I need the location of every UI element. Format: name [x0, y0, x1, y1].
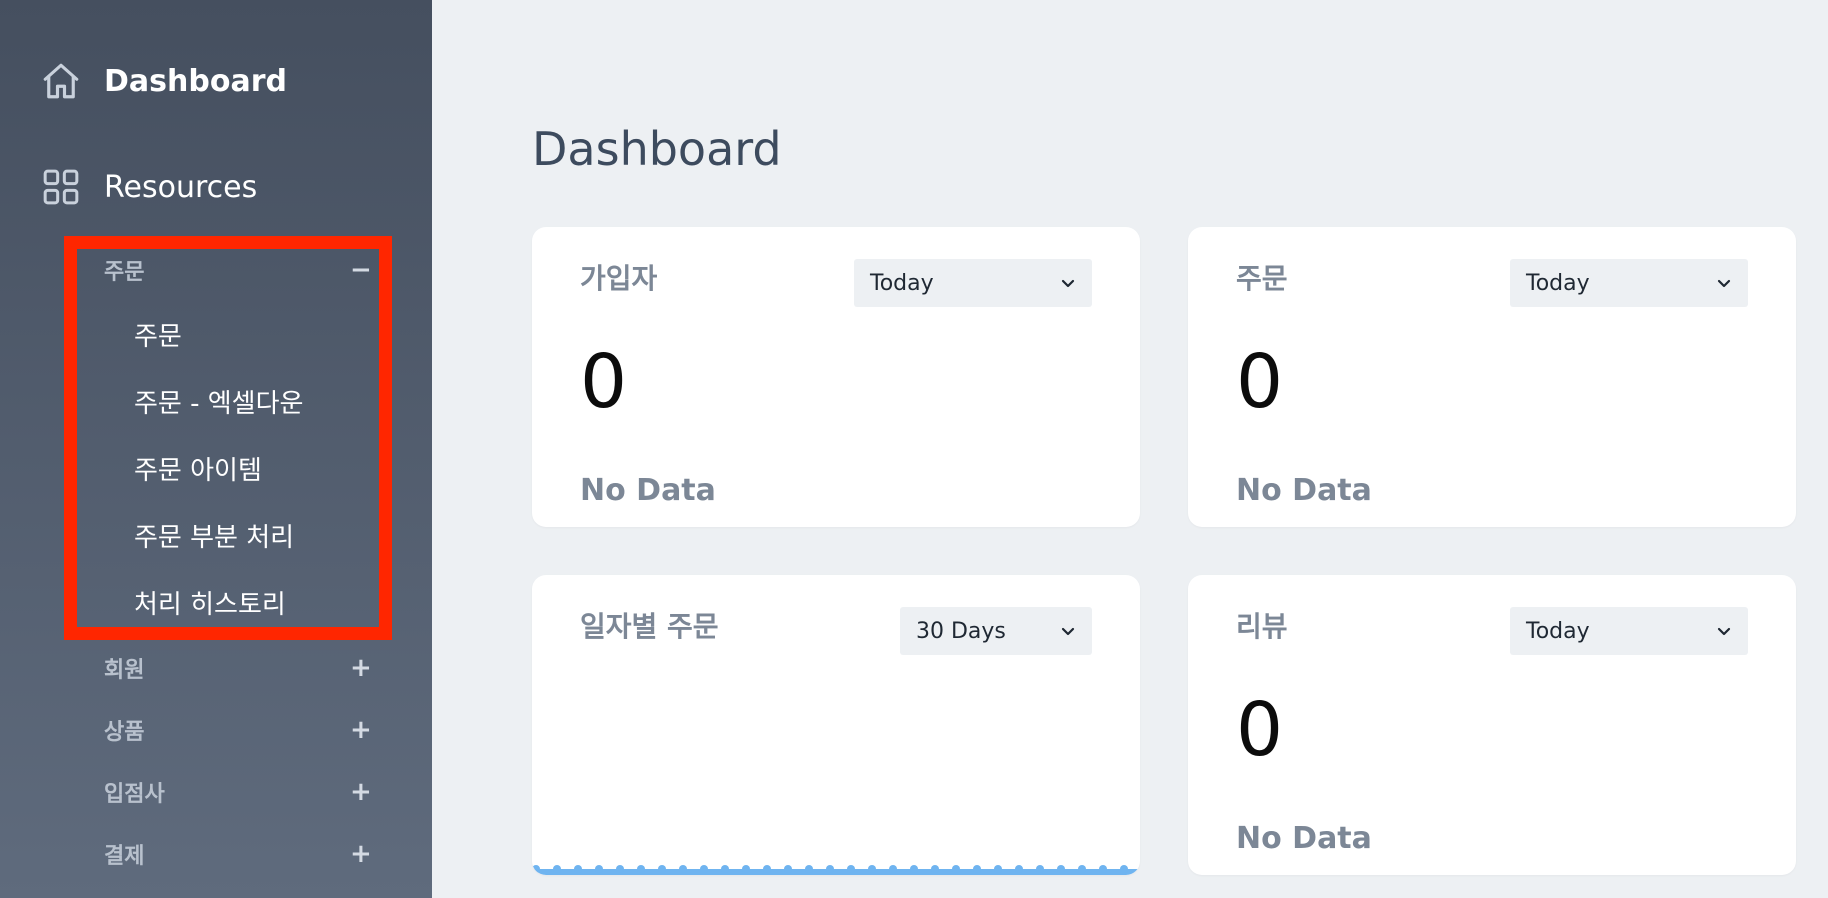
range-select[interactable]: Today [1510, 259, 1748, 307]
trend-point [868, 865, 876, 873]
metric-card-reviews: 리뷰 Today 0 No Data [1188, 575, 1796, 875]
group-label: 주문 [104, 260, 145, 285]
trend-point [952, 865, 960, 873]
trend-point [721, 865, 729, 873]
metric-value: 0 [1236, 339, 1284, 425]
metric-subtitle: No Data [1236, 473, 1372, 508]
trend-line [532, 865, 1140, 875]
nav-dashboard[interactable]: Dashboard [40, 60, 287, 102]
expand-icon[interactable]: + [350, 839, 372, 869]
trend-point [1015, 865, 1023, 873]
sidebar-item-order-excel[interactable]: 주문 - 엑셀다운 [134, 383, 303, 420]
trend-point [679, 865, 687, 873]
expand-icon[interactable]: + [350, 715, 372, 745]
chevron-down-icon [1716, 275, 1732, 291]
trend-point [700, 865, 708, 873]
page-title: Dashboard [532, 122, 782, 176]
metric-subtitle: No Data [1236, 821, 1372, 856]
range-select-value: 30 Days [916, 618, 1006, 644]
trend-point [889, 865, 897, 873]
sidebar-group-payment[interactable]: 결제 + [104, 838, 372, 870]
group-label: 회원 [104, 658, 145, 683]
sidebar-group-product[interactable]: 상품 + [104, 714, 372, 746]
nav-resources-label: Resources [104, 169, 258, 205]
metric-subtitle: No Data [580, 473, 716, 508]
trend-point [994, 865, 1002, 873]
sidebar-item-order[interactable]: 주문 [134, 316, 182, 353]
trend-point [1120, 865, 1128, 873]
sidebar-item-processing-history[interactable]: 처리 히스토리 [134, 584, 286, 621]
trend-point [1036, 865, 1044, 873]
group-label: 입점사 [104, 782, 165, 807]
card-title: 일자별 주문 [580, 610, 719, 643]
trend-point [616, 865, 624, 873]
collapse-icon[interactable]: − [350, 255, 372, 285]
sidebar-item-partial-processing[interactable]: 주문 부분 처리 [134, 517, 294, 554]
nav-dashboard-label: Dashboard [104, 63, 287, 99]
trend-point [910, 865, 918, 873]
trend-point [805, 865, 813, 873]
trend-point [1099, 865, 1107, 873]
trend-point [1057, 865, 1065, 873]
trend-point [595, 865, 603, 873]
trend-point [553, 865, 561, 873]
card-title: 리뷰 [1236, 610, 1288, 643]
home-icon [40, 60, 82, 102]
range-select-value: Today [1526, 618, 1590, 644]
card-title: 가입자 [580, 262, 658, 295]
expand-icon[interactable]: + [350, 653, 372, 683]
metric-value: 0 [580, 339, 628, 425]
expand-icon[interactable]: + [350, 777, 372, 807]
sidebar-item-order-items[interactable]: 주문 아이템 [134, 450, 262, 487]
sidebar: Dashboard Resources 주문 − 주문 주문 - 엑셀다운 주문… [0, 0, 432, 898]
card-title: 주문 [1236, 262, 1288, 295]
trend-point [763, 865, 771, 873]
metric-card-orders: 주문 Today 0 No Data [1188, 227, 1796, 527]
trend-card-daily-orders: 일자별 주문 30 Days [532, 575, 1140, 875]
trend-point [1078, 865, 1086, 873]
trend-point [658, 865, 666, 873]
trend-point [532, 865, 540, 873]
range-select[interactable]: 30 Days [900, 607, 1092, 655]
metric-card-signups: 가입자 Today 0 No Data [532, 227, 1140, 527]
trend-point [826, 865, 834, 873]
trend-point [847, 865, 855, 873]
trend-point [973, 865, 981, 873]
range-select[interactable]: Today [854, 259, 1092, 307]
trend-point [574, 865, 582, 873]
trend-point [931, 865, 939, 873]
sidebar-group-member[interactable]: 회원 + [104, 652, 372, 684]
highlight-box [64, 236, 392, 640]
trend-point [637, 865, 645, 873]
range-select-value: Today [870, 270, 934, 296]
chevron-down-icon [1060, 623, 1076, 639]
chevron-down-icon [1716, 623, 1732, 639]
nav-resources[interactable]: Resources [40, 166, 257, 208]
range-select-value: Today [1526, 270, 1590, 296]
chevron-down-icon [1060, 275, 1076, 291]
metric-value: 0 [1236, 687, 1284, 773]
range-select[interactable]: Today [1510, 607, 1748, 655]
grid-icon [40, 166, 82, 208]
trend-point [742, 865, 750, 873]
group-label: 결제 [104, 844, 145, 869]
group-label: 상품 [104, 720, 145, 745]
trend-point [784, 865, 792, 873]
sidebar-group-vendor[interactable]: 입점사 + [104, 776, 372, 808]
sidebar-group-order[interactable]: 주문 − [104, 254, 372, 286]
